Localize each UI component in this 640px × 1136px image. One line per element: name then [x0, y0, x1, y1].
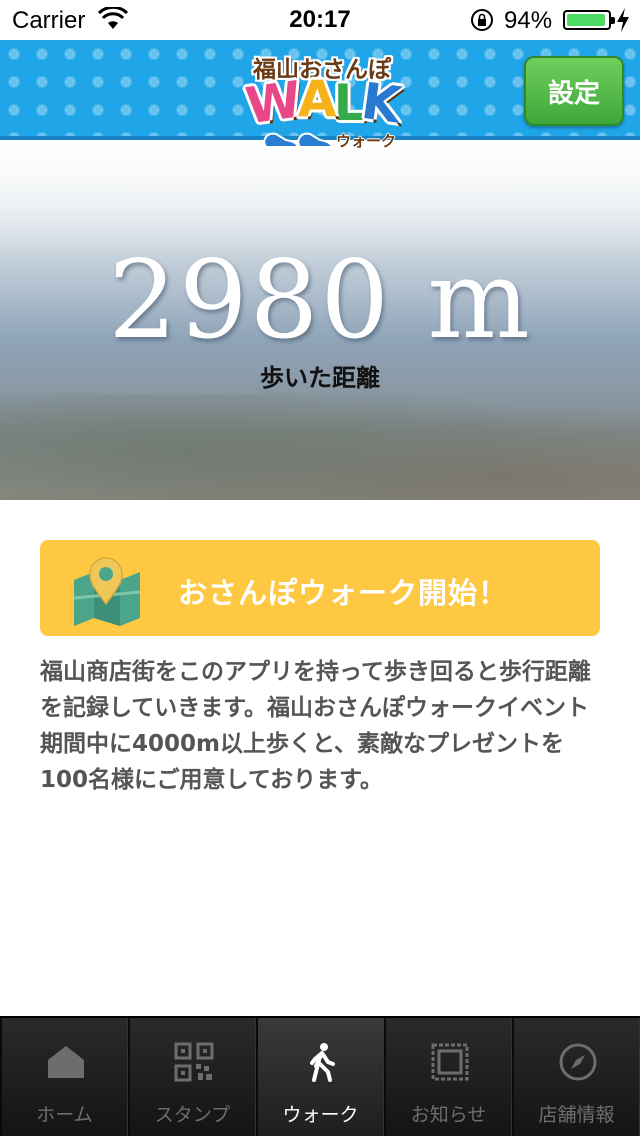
shoe-icon — [262, 132, 300, 150]
tab-stamp[interactable]: スタンプ — [128, 1018, 256, 1136]
battery-icon — [563, 10, 615, 30]
walking-icon — [310, 1043, 335, 1082]
logo-letter-a: A — [297, 70, 337, 128]
compass-icon — [559, 1043, 597, 1081]
tab-label: スタンプ — [154, 1104, 231, 1126]
status-bar: Carrier 20:17 94% — [0, 0, 640, 40]
shoe-icon — [296, 132, 334, 150]
tab-bar: ホーム スタンプ ウォーク お知らせ 店舗情報 — [0, 1016, 640, 1136]
walked-distance-value: 2980 m — [108, 238, 532, 363]
tab-label: ウォーク — [282, 1104, 359, 1126]
tab-walk[interactable]: ウォーク — [256, 1018, 384, 1136]
description-text: 福山商店街をこのアプリを持って歩き回ると歩行距離を記録していきます。福山おさんぽ… — [40, 659, 591, 793]
battery-percent: 94% — [504, 7, 553, 34]
home-icon — [48, 1046, 84, 1078]
logo-walk-text: WALK — [232, 70, 412, 135]
charging-bolt-icon — [617, 8, 629, 32]
distance-hero: 2980 m 歩いた距離 — [0, 144, 640, 500]
logo-letter-k: K — [358, 71, 403, 135]
tab-label: 店舗情報 — [538, 1104, 615, 1126]
start-walk-button[interactable]: おさんぽウォーク開始！ — [40, 540, 600, 636]
rotation-lock-icon — [471, 9, 493, 31]
qr-code-icon — [174, 1042, 214, 1082]
start-walk-label: おさんぽウォーク開始！ — [178, 576, 509, 610]
map-pin-icon — [73, 557, 141, 626]
tab-home[interactable]: ホーム — [0, 1018, 128, 1136]
hero-background — [0, 394, 640, 500]
logo-letter-w: W — [241, 70, 302, 136]
logo-subtitle: ウォーク — [336, 132, 397, 150]
walked-distance-label: 歩いた距離 — [260, 364, 380, 392]
tab-shop-info[interactable]: 店舗情報 — [512, 1018, 640, 1136]
tab-label: お知らせ — [410, 1104, 487, 1126]
tab-label: ホーム — [36, 1104, 93, 1126]
settings-button[interactable]: 設定 — [524, 56, 624, 126]
stamp-frame-icon — [431, 1043, 469, 1081]
app-logo: 福山おさんぽ WALK ウォーク — [232, 48, 412, 160]
tab-news[interactable]: お知らせ — [384, 1018, 512, 1136]
